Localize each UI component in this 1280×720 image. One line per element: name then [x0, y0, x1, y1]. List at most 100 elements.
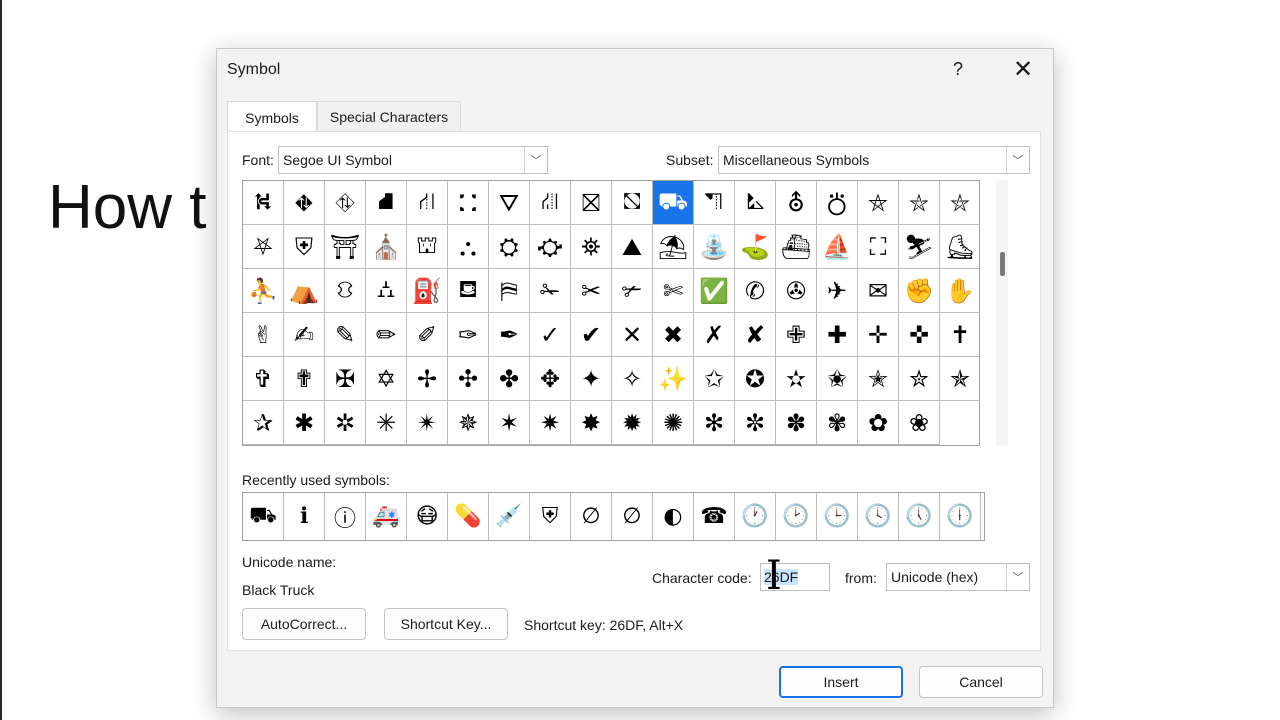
symbol-cell[interactable]: ✺ [653, 401, 694, 445]
recent-symbol-cell[interactable]: ☎ [694, 493, 735, 540]
symbol-cell[interactable]: ⛣ [817, 181, 858, 225]
symbol-cell[interactable]: ❀ [899, 401, 940, 445]
symbol-cell[interactable]: ✹ [612, 401, 653, 445]
symbol-cell[interactable]: ⛾ [448, 269, 489, 313]
recent-symbol-cell[interactable]: 🕒 [817, 493, 858, 540]
symbol-cell[interactable]: ✠ [325, 357, 366, 401]
symbol-cell[interactable]: ✊ [899, 269, 940, 313]
symbol-cell[interactable]: ✙ [776, 313, 817, 357]
symbol-cell[interactable]: ✞ [243, 357, 284, 401]
recent-symbol-cell[interactable]: 🚑 [366, 493, 407, 540]
recent-symbol-cell[interactable]: 😷 [407, 493, 448, 540]
symbol-cell[interactable]: ✈ [817, 269, 858, 313]
symbol-cell[interactable]: ⛶ [858, 225, 899, 269]
recent-symbol-cell[interactable]: ⛟ [243, 493, 284, 540]
symbol-cell[interactable]: ✨ [653, 357, 694, 401]
symbol-cell[interactable]: ✜ [899, 313, 940, 357]
symbol-cell[interactable]: ✉ [858, 269, 899, 313]
symbol-cell[interactable]: ✒ [489, 313, 530, 357]
symbol-cell[interactable]: ⛥ [899, 181, 940, 225]
symbol-cell[interactable]: ✻ [694, 401, 735, 445]
symbol-cell[interactable]: ⛟ [653, 181, 694, 225]
symbol-cell[interactable]: ⛠ [694, 181, 735, 225]
symbol-cell[interactable]: ✅ [694, 269, 735, 313]
symbol-cell[interactable]: ✣ [448, 357, 489, 401]
recent-symbol-cell[interactable]: ℹ [284, 493, 325, 540]
symbol-cell[interactable]: ✴ [407, 401, 448, 445]
symbol-cell[interactable]: ⛻ [325, 269, 366, 313]
recent-symbol-cell[interactable]: 💊 [448, 493, 489, 540]
symbol-cell[interactable]: ⛢ [776, 181, 817, 225]
symbol-cell[interactable]: ✥ [530, 357, 571, 401]
symbol-cell[interactable]: ⛷ [899, 225, 940, 269]
symbol-cell[interactable]: ✽ [776, 401, 817, 445]
symbol-cell[interactable]: ✾ [817, 401, 858, 445]
help-button[interactable]: ? [941, 53, 975, 85]
symbol-cell[interactable]: ✰ [243, 401, 284, 445]
symbol-cell[interactable]: ⛞ [612, 181, 653, 225]
symbol-cell[interactable]: ✔ [571, 313, 612, 357]
symbol-cell[interactable]: ⛺ [284, 269, 325, 313]
symbol-cell[interactable]: ✡ [366, 357, 407, 401]
symbol-cell[interactable]: ⛸ [940, 225, 979, 269]
symbol-cell[interactable]: ⛩ [325, 225, 366, 269]
recent-symbol-cell[interactable]: 🕐 [735, 493, 776, 540]
symbol-cell[interactable]: ✢ [407, 357, 448, 401]
symbol-cell[interactable]: ⛫ [407, 225, 448, 269]
symbol-cell[interactable]: ✓ [530, 313, 571, 357]
symbol-cell[interactable]: ✤ [489, 357, 530, 401]
symbol-cell[interactable]: ✿ [858, 401, 899, 445]
symbol-cell[interactable]: ✏ [366, 313, 407, 357]
symbol-cell[interactable]: ✇ [776, 269, 817, 313]
symbol-cell[interactable]: ✧ [612, 357, 653, 401]
symbol-cell[interactable]: ✋ [940, 269, 979, 313]
symbol-cell[interactable]: ⛦ [940, 181, 979, 225]
symbol-cell[interactable]: ⛕ [243, 181, 284, 225]
symbol-cell[interactable]: ✛ [858, 313, 899, 357]
recent-symbol-cell[interactable]: 💉 [489, 493, 530, 540]
symbol-cell[interactable]: ⛗ [325, 181, 366, 225]
symbol-cell[interactable]: ✩ [694, 357, 735, 401]
symbol-cell[interactable]: ⛖ [284, 181, 325, 225]
symbol-cell[interactable]: ✎ [325, 313, 366, 357]
symbol-cell[interactable]: ✮ [899, 357, 940, 401]
symbol-cell[interactable]: ✫ [776, 357, 817, 401]
symbol-cell[interactable]: ✭ [858, 357, 899, 401]
symbol-cell[interactable]: ✗ [694, 313, 735, 357]
symbol-cell[interactable]: ✂ [571, 269, 612, 313]
symbol-cell[interactable]: ✖ [653, 313, 694, 357]
symbol-cell[interactable]: ⛼ [366, 269, 407, 313]
symbol-cell[interactable]: ✘ [735, 313, 776, 357]
close-button[interactable]: ✕ [1003, 53, 1043, 85]
symbol-cell[interactable]: ✍ [284, 313, 325, 357]
symbol-cell[interactable]: ⛬ [448, 225, 489, 269]
symbol-cell[interactable]: ⛝ [571, 181, 612, 225]
recent-symbol-cell[interactable]: ∅ [571, 493, 612, 540]
symbol-cell[interactable]: ✯ [940, 357, 979, 401]
symbol-cell[interactable]: ⛨ [284, 225, 325, 269]
symbol-cell[interactable]: ⛹ [243, 269, 284, 313]
symbol-cell[interactable]: ✬ [817, 357, 858, 401]
symbol-cell[interactable]: ✸ [571, 401, 612, 445]
symbol-cell[interactable]: ✵ [448, 401, 489, 445]
symbol-cell[interactable]: ⛧ [243, 225, 284, 269]
symbol-cell[interactable]: ⛴ [776, 225, 817, 269]
symbol-cell[interactable]: ✑ [448, 313, 489, 357]
symbol-cell[interactable]: ⛳ [735, 225, 776, 269]
symbol-cell[interactable]: ✷ [530, 401, 571, 445]
symbol-cell[interactable]: ⛛ [489, 181, 530, 225]
recent-symbol-cell[interactable]: ∅ [612, 493, 653, 540]
symbol-cell[interactable]: ✶ [489, 401, 530, 445]
tab-symbols[interactable]: Symbols [227, 101, 317, 133]
symbol-cell[interactable]: ⛱ [653, 225, 694, 269]
subset-select[interactable]: Miscellaneous Symbols ﹀ [718, 146, 1030, 174]
recent-symbol-cell[interactable]: ◐ [653, 493, 694, 540]
symbol-cell[interactable]: ✃ [612, 269, 653, 313]
symbol-cell[interactable]: ⛚ [448, 181, 489, 225]
symbol-cell[interactable]: ✕ [612, 313, 653, 357]
symbol-cell[interactable]: ⛲ [694, 225, 735, 269]
scrollbar-thumb[interactable] [1000, 252, 1005, 276]
symbol-cell[interactable]: ⛮ [530, 225, 571, 269]
recent-symbol-cell[interactable]: 🕔 [899, 493, 940, 540]
from-select[interactable]: Unicode (hex) ﹀ [886, 563, 1030, 591]
